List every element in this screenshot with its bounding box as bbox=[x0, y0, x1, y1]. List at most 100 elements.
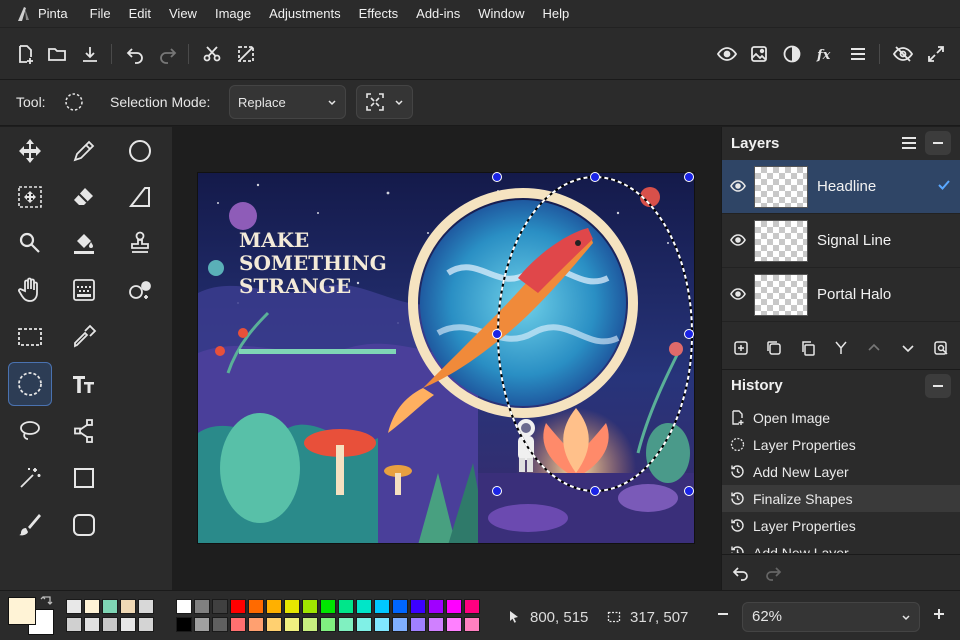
swap-colors-icon[interactable] bbox=[40, 594, 54, 608]
add-layer-button[interactable] bbox=[732, 339, 750, 357]
palette-swatch[interactable] bbox=[284, 599, 300, 614]
menu-view[interactable]: View bbox=[160, 0, 206, 28]
palette-swatch[interactable] bbox=[66, 599, 82, 614]
menu-window[interactable]: Window bbox=[469, 0, 533, 28]
palette-swatch[interactable] bbox=[428, 599, 444, 614]
collapse-layers-button[interactable] bbox=[925, 131, 951, 155]
copy-layer-button[interactable] bbox=[799, 339, 817, 357]
palette-swatch[interactable] bbox=[84, 599, 100, 614]
new-image-button[interactable] bbox=[12, 41, 38, 67]
palette-swatch[interactable] bbox=[102, 599, 118, 614]
antialiasing-dropdown[interactable] bbox=[356, 85, 413, 119]
app-name[interactable]: Pinta bbox=[36, 0, 81, 28]
fullscreen-button[interactable] bbox=[923, 41, 949, 67]
move-layer-down-button[interactable] bbox=[899, 339, 917, 357]
palette-swatch[interactable] bbox=[84, 617, 100, 632]
palette-swatch[interactable] bbox=[212, 617, 228, 632]
palette-swatch[interactable] bbox=[120, 599, 136, 614]
palette-swatch[interactable] bbox=[338, 617, 354, 632]
menu-file[interactable]: File bbox=[81, 0, 120, 28]
palette-swatch[interactable] bbox=[66, 617, 82, 632]
palette-swatch[interactable] bbox=[320, 599, 336, 614]
rectangle-select-tool[interactable] bbox=[8, 315, 52, 359]
main-menu-button[interactable] bbox=[845, 41, 871, 67]
zoom-out-button[interactable] bbox=[716, 607, 730, 621]
menu-image[interactable]: Image bbox=[206, 0, 260, 28]
menu-help[interactable]: Help bbox=[533, 0, 578, 28]
palette-swatch[interactable] bbox=[356, 599, 372, 614]
palette-swatch[interactable] bbox=[302, 617, 318, 632]
palette-swatch[interactable] bbox=[212, 599, 228, 614]
freeform-shape-tool[interactable] bbox=[118, 175, 162, 219]
effects-menu-button[interactable]: fx bbox=[812, 41, 838, 67]
palette-swatch[interactable] bbox=[356, 617, 372, 632]
palette-swatch[interactable] bbox=[464, 617, 480, 632]
open-image-button[interactable] bbox=[44, 41, 70, 67]
palette-swatch[interactable] bbox=[320, 617, 336, 632]
history-list[interactable]: Open Image Layer Properties Add New Laye… bbox=[722, 404, 960, 553]
palette-swatch[interactable] bbox=[102, 617, 118, 632]
magic-wand-tool[interactable] bbox=[8, 456, 52, 500]
palette-swatch[interactable] bbox=[374, 617, 390, 632]
palette-swatch[interactable] bbox=[446, 617, 462, 632]
menu-adjustments[interactable]: Adjustments bbox=[260, 0, 350, 28]
lasso-select-tool[interactable] bbox=[8, 409, 52, 453]
selection-mode-dropdown[interactable]: Replace bbox=[229, 85, 346, 119]
layers-menu-icon[interactable] bbox=[901, 136, 917, 150]
zoom-dropdown[interactable]: 62% bbox=[742, 602, 920, 632]
pencil-tool[interactable] bbox=[62, 129, 106, 173]
layer-visibility-icon[interactable] bbox=[730, 233, 746, 247]
history-item[interactable]: Open Image bbox=[722, 404, 960, 431]
gradient-tool[interactable] bbox=[62, 268, 106, 312]
palette-swatch[interactable] bbox=[338, 599, 354, 614]
layer-row-signal-line[interactable]: Signal Line bbox=[722, 214, 960, 268]
history-item[interactable]: Layer Properties bbox=[722, 431, 960, 458]
palette-swatch[interactable] bbox=[428, 617, 444, 632]
clone-stamp-tool[interactable] bbox=[118, 221, 162, 265]
collapse-history-button[interactable] bbox=[925, 374, 951, 398]
palette-swatch[interactable] bbox=[248, 617, 264, 632]
palette-swatch[interactable] bbox=[194, 599, 210, 614]
palette-swatch[interactable] bbox=[230, 617, 246, 632]
layer-visibility-icon[interactable] bbox=[730, 179, 746, 193]
undo-button[interactable] bbox=[122, 41, 148, 67]
palette-swatch[interactable] bbox=[248, 599, 264, 614]
recolor-tool[interactable] bbox=[118, 268, 162, 312]
paint-bucket-tool[interactable] bbox=[62, 221, 106, 265]
zoom-tool[interactable] bbox=[8, 221, 52, 265]
color-picker-tool[interactable] bbox=[62, 315, 106, 359]
text-tool[interactable] bbox=[62, 362, 106, 406]
palette-swatch[interactable] bbox=[120, 617, 136, 632]
move-selection-tool[interactable] bbox=[8, 175, 52, 219]
palette-swatch[interactable] bbox=[410, 617, 426, 632]
history-redo-button[interactable] bbox=[764, 564, 782, 582]
history-item[interactable]: Add New Layer bbox=[722, 458, 960, 485]
palette-swatch[interactable] bbox=[392, 599, 408, 614]
cut-button[interactable] bbox=[199, 41, 225, 67]
palette-swatch[interactable] bbox=[446, 599, 462, 614]
move-layer-up-button[interactable] bbox=[865, 339, 883, 357]
history-item[interactable]: Add New Layer bbox=[722, 539, 960, 553]
hide-panels-button[interactable] bbox=[890, 41, 916, 67]
palette-swatch[interactable] bbox=[392, 617, 408, 632]
palette-swatch[interactable] bbox=[464, 599, 480, 614]
history-item-current[interactable]: Finalize Shapes bbox=[722, 485, 960, 512]
image-menu-button[interactable] bbox=[746, 41, 772, 67]
layer-properties-button[interactable] bbox=[932, 339, 950, 357]
adjustments-menu-button[interactable] bbox=[779, 41, 805, 67]
palette-swatch[interactable] bbox=[410, 599, 426, 614]
image-canvas[interactable]: MAKE SOMETHING STRANGE bbox=[197, 172, 695, 544]
palette-swatch[interactable] bbox=[284, 617, 300, 632]
move-selected-tool[interactable] bbox=[8, 129, 52, 173]
history-item[interactable]: Layer Properties bbox=[722, 512, 960, 539]
palette-swatch[interactable] bbox=[176, 617, 192, 632]
palette-swatch[interactable] bbox=[138, 599, 154, 614]
ellipse-tool[interactable] bbox=[118, 129, 162, 173]
redo-button[interactable] bbox=[155, 41, 181, 67]
rounded-rectangle-tool[interactable] bbox=[62, 503, 106, 547]
rectangle-tool[interactable] bbox=[62, 456, 106, 500]
layer-row-headline[interactable]: Headline bbox=[722, 160, 960, 214]
crop-to-selection-button[interactable] bbox=[233, 41, 259, 67]
palette-swatch[interactable] bbox=[138, 617, 154, 632]
menu-add-ins[interactable]: Add-ins bbox=[407, 0, 469, 28]
